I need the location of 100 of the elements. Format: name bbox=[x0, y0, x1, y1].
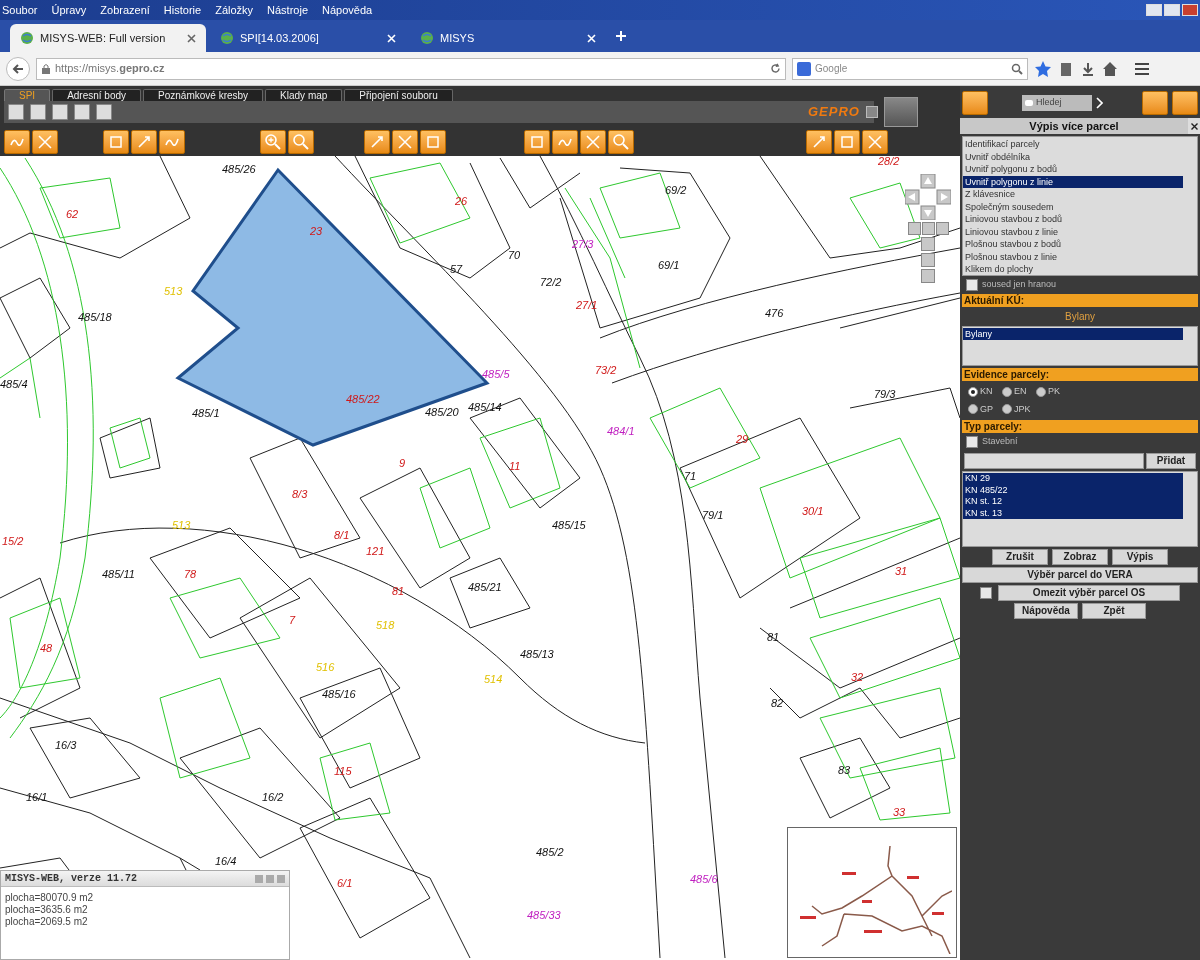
map-label: 485/20 bbox=[425, 406, 459, 418]
tool-button[interactable] bbox=[862, 130, 888, 154]
pan-control-icon[interactable] bbox=[905, 174, 951, 220]
browser-tab[interactable]: MISYS-WEB: Full version bbox=[10, 24, 206, 52]
list-item[interactable]: Plošnou stavbou z bodů bbox=[963, 238, 1183, 251]
tool-button[interactable] bbox=[524, 130, 550, 154]
tool-button[interactable] bbox=[392, 130, 418, 154]
tool-button[interactable] bbox=[4, 130, 30, 154]
list-item[interactable]: Uvnitř polygonu z bodů bbox=[963, 163, 1183, 176]
frame-tool-icon bbox=[107, 133, 125, 151]
map-label: 485/26 bbox=[222, 163, 256, 175]
window-title: MISYS-WEB, verze 11.72 bbox=[5, 872, 138, 886]
globe-icon bbox=[220, 31, 234, 45]
map-label: 518 bbox=[376, 619, 395, 631]
tool-button[interactable] bbox=[580, 130, 606, 154]
app-tab[interactable]: Adresní body bbox=[52, 89, 142, 101]
section-header: Typ parcely: bbox=[962, 420, 1198, 433]
bookmark-star-icon[interactable] bbox=[1034, 59, 1052, 78]
action-button[interactable]: Zobraz bbox=[1052, 549, 1108, 565]
map-label: 71 bbox=[684, 470, 697, 482]
section-header: Evidence parcely: bbox=[962, 368, 1198, 381]
app-tab[interactable]: SPI bbox=[4, 89, 51, 101]
menu-item[interactable]: Záložky bbox=[215, 1, 254, 19]
list-item[interactable]: Bylany bbox=[963, 328, 1183, 340]
tool-button[interactable] bbox=[1142, 90, 1168, 115]
tool-button[interactable] bbox=[834, 130, 860, 154]
parcel-input-field[interactable] bbox=[964, 453, 1144, 469]
next-icon[interactable] bbox=[1096, 96, 1103, 109]
tool-button[interactable] bbox=[806, 130, 832, 154]
app-tab[interactable]: Připojení souboru bbox=[344, 89, 453, 101]
help-button[interactable]: Nápověda bbox=[1014, 603, 1078, 619]
menu-button[interactable] bbox=[962, 90, 988, 115]
list-item[interactable]: KN 29 bbox=[963, 473, 1183, 485]
search-field[interactable]: Hledej bbox=[1022, 94, 1092, 111]
list-item[interactable]: KN st. 12 bbox=[963, 496, 1183, 508]
menu-icon[interactable] bbox=[1134, 60, 1150, 77]
map-label: 27/3 bbox=[572, 238, 594, 250]
map-label: 16/4 bbox=[215, 855, 237, 867]
list-item[interactable]: Liniovou stavbou z bodů bbox=[963, 213, 1183, 226]
limit-button[interactable]: Omezit výběr parcel OS bbox=[998, 585, 1180, 601]
list-item[interactable]: Společným sousedem bbox=[963, 200, 1183, 213]
map-label: 516 bbox=[316, 661, 335, 673]
reload-icon[interactable] bbox=[770, 63, 781, 74]
panel-title: Výpis více parcel bbox=[960, 118, 1188, 134]
list-item[interactable]: Z klávesnice bbox=[963, 188, 1183, 201]
add-button[interactable]: Přidat bbox=[1146, 453, 1196, 469]
list-item[interactable]: Liniovou stavbou z linie bbox=[963, 225, 1183, 238]
checkbox[interactable] bbox=[966, 279, 978, 291]
address-field[interactable]: https://misys.gepro.cz bbox=[36, 57, 786, 80]
menu-item[interactable]: Historie bbox=[163, 1, 202, 19]
zoom-out-button[interactable] bbox=[608, 130, 634, 154]
tool-button[interactable] bbox=[131, 130, 157, 154]
browser-tab[interactable]: MISYS bbox=[410, 24, 606, 52]
menu-item[interactable]: Nástroje bbox=[267, 1, 309, 19]
action-button[interactable]: Výpis bbox=[1112, 549, 1168, 565]
radio-button[interactable] bbox=[968, 386, 978, 397]
tool-button[interactable] bbox=[1172, 90, 1198, 115]
radio-button[interactable] bbox=[968, 404, 978, 415]
map-label: 485/16 bbox=[322, 688, 356, 700]
section-header: Aktuální KÚ: bbox=[962, 294, 1198, 307]
back-button[interactable]: Zpět bbox=[1082, 603, 1146, 619]
tool-button[interactable] bbox=[364, 130, 390, 154]
map-label: 15/2 bbox=[2, 535, 24, 547]
list-item[interactable]: Identifikací parcely bbox=[963, 138, 1183, 151]
zoom-out-button[interactable] bbox=[288, 130, 314, 154]
tool-button[interactable] bbox=[32, 130, 58, 154]
cross-tool-icon bbox=[36, 133, 54, 151]
menu-item[interactable]: Soubor bbox=[2, 1, 38, 19]
map-label: 26 bbox=[455, 195, 468, 207]
home-icon[interactable] bbox=[1102, 60, 1118, 77]
map-label: 16/2 bbox=[262, 791, 284, 803]
close-button[interactable] bbox=[1188, 118, 1200, 134]
action-button[interactable]: Zrušit bbox=[992, 549, 1048, 565]
menu-item[interactable]: Zobrazení bbox=[100, 1, 150, 19]
lock-icon bbox=[41, 63, 51, 74]
list-item[interactable]: Klikem do plochy bbox=[963, 263, 1183, 276]
zoom-in-button[interactable] bbox=[260, 130, 286, 154]
radio-button[interactable] bbox=[1036, 386, 1046, 397]
menu-item[interactable]: Nápověda bbox=[322, 1, 373, 19]
checkbox[interactable] bbox=[966, 436, 978, 448]
list-item[interactable]: Plošnou stavbou z linie bbox=[963, 250, 1183, 263]
app-tab[interactable]: Poznámkové kresby bbox=[143, 89, 264, 101]
back-button[interactable] bbox=[6, 56, 30, 81]
new-tab-icon[interactable] bbox=[616, 31, 626, 41]
tool-button[interactable] bbox=[159, 130, 185, 154]
menu-item[interactable]: Úpravy bbox=[51, 1, 87, 19]
tool-button[interactable] bbox=[420, 130, 446, 154]
search-field[interactable]: Google bbox=[792, 57, 1028, 80]
browser-tab[interactable]: SPI[14.03.2006] bbox=[210, 24, 406, 52]
list-item[interactable]: Uvnitř polygonu z linie bbox=[963, 175, 1183, 188]
checkbox[interactable] bbox=[980, 587, 992, 599]
radio-label: PK bbox=[1048, 385, 1060, 398]
vera-button[interactable]: Výběr parcel do VERA bbox=[962, 567, 1198, 583]
radio-button[interactable] bbox=[1002, 404, 1012, 415]
radio-button[interactable] bbox=[1002, 386, 1012, 397]
list-item[interactable]: Uvnitř obdélníka bbox=[963, 150, 1183, 163]
tool-button[interactable] bbox=[103, 130, 129, 154]
download-icon[interactable] bbox=[1080, 60, 1096, 77]
tool-button[interactable] bbox=[552, 130, 578, 154]
app-tab[interactable]: Klady map bbox=[265, 89, 343, 101]
